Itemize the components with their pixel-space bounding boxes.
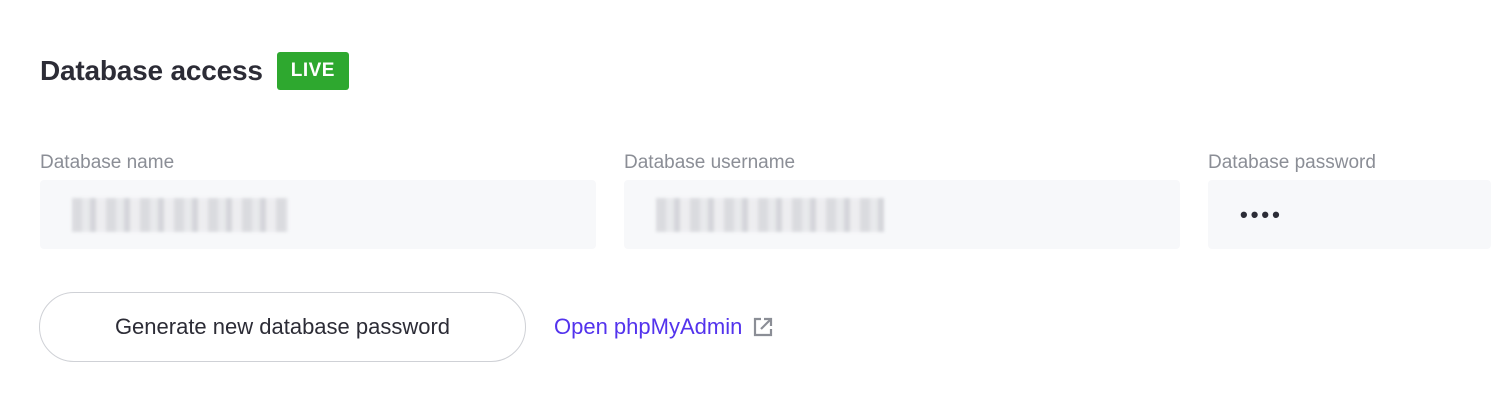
redacted-value [656,197,884,232]
live-badge: LIVE [276,52,349,90]
database-username-field: Database username [624,150,1180,249]
database-name-field: Database name [40,150,596,249]
open-phpmyadmin-link[interactable]: Open phpMyAdmin [554,310,774,344]
section-header: Database access LIVE [40,52,349,90]
database-password-value[interactable]: •••• [1208,180,1491,249]
password-dots: •••• [1240,201,1283,227]
generate-password-button[interactable]: Generate new database password [39,292,526,362]
database-password-label: Database password [1208,152,1376,173]
page-title: Database access [40,55,263,86]
external-link-icon [752,316,774,338]
database-name-label: Database name [40,152,175,173]
open-phpmyadmin-label: Open phpMyAdmin [554,314,743,339]
redacted-value [72,197,288,232]
database-username-label: Database username [624,152,796,173]
database-password-field: Database password •••• [1208,150,1491,249]
database-username-value[interactable] [624,180,1180,249]
database-name-value[interactable] [40,180,596,249]
